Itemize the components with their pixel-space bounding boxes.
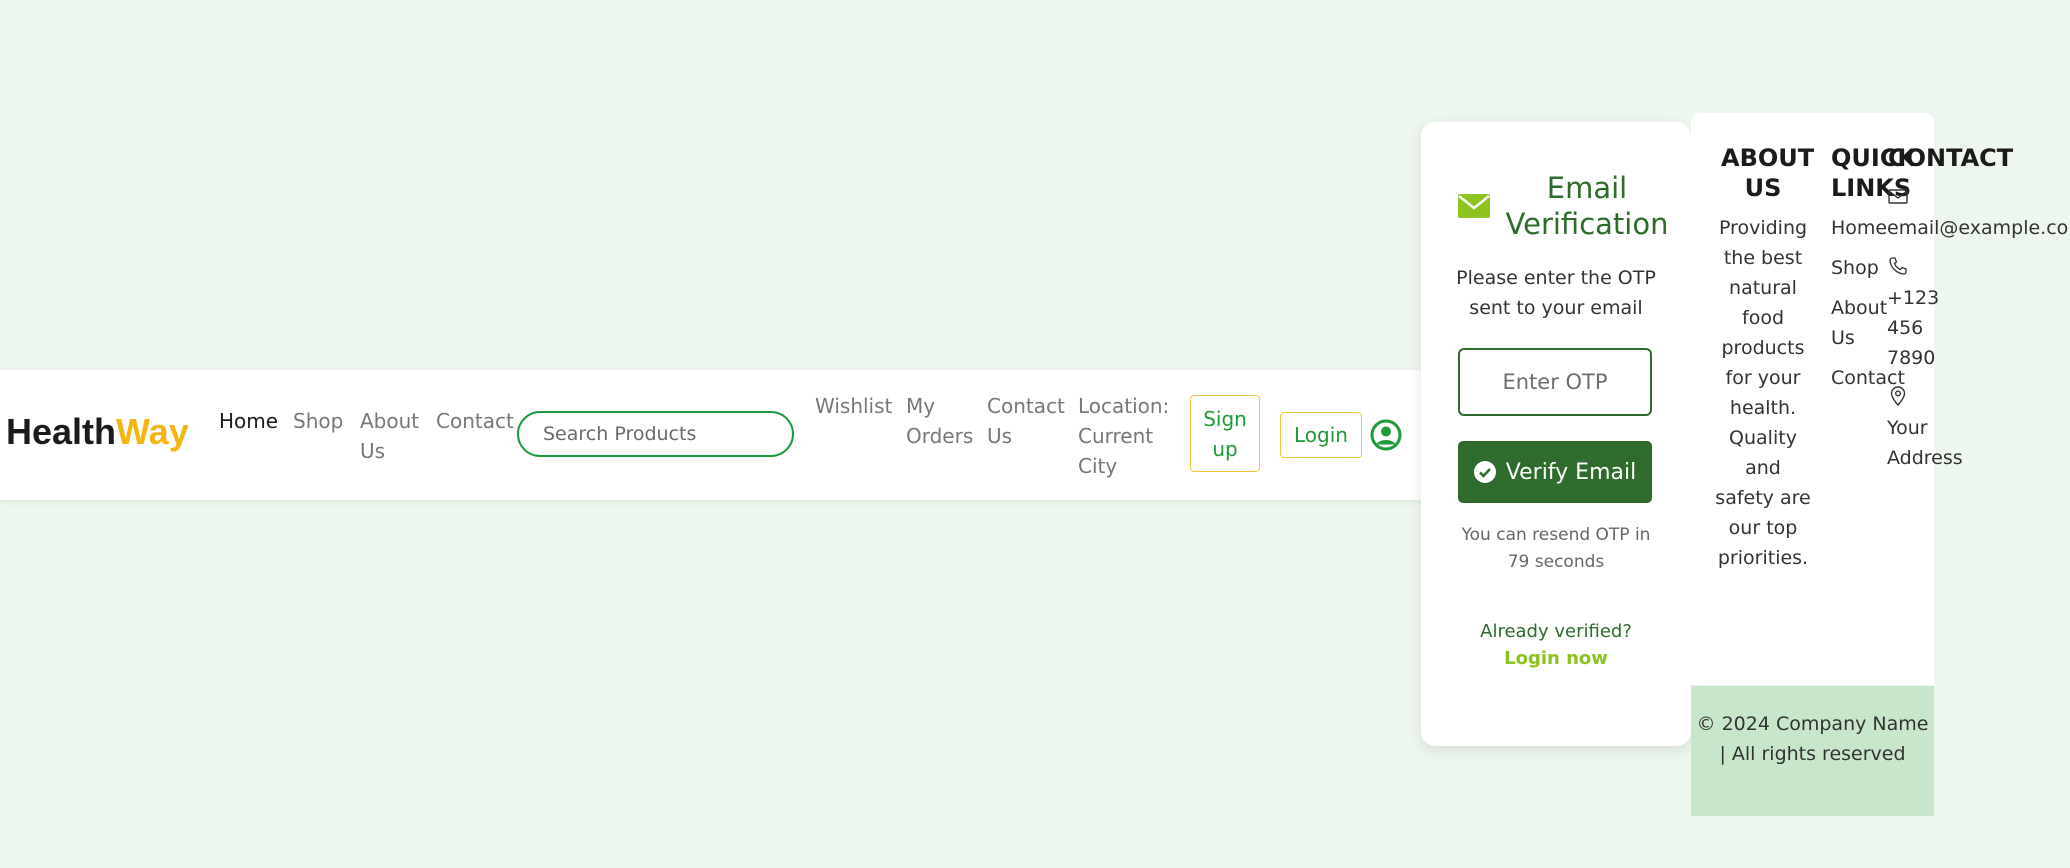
about-heading-line2: US <box>1744 174 1782 202</box>
signup-line1: Sign <box>1203 407 1247 431</box>
already-verified: Already verified? Login now <box>1451 618 1661 672</box>
otp-input[interactable] <box>1458 348 1652 416</box>
contact-address-line1: Your <box>1887 417 1928 439</box>
footer-link-about-line2: Us <box>1831 327 1855 349</box>
nav-about-line1: About <box>360 409 420 433</box>
footer-link-shop[interactable]: Shop <box>1831 253 1879 283</box>
nav-location-line3: City <box>1078 454 1118 478</box>
about-heading: ABOUT US <box>1721 143 1815 203</box>
location-pin-icon <box>1890 386 1906 406</box>
resend-timer-text: You can resend OTP in 79 seconds <box>1461 525 1651 572</box>
contact-email[interactable]: email@example.com <box>1887 213 2070 243</box>
verify-email-button[interactable]: Verify Email <box>1458 441 1652 503</box>
contact-phone-line3: 7890 <box>1887 347 1936 369</box>
user-profile-icon[interactable] <box>1370 419 1402 451</box>
nav-contact-us-line2: Us <box>987 424 1013 448</box>
nav-my-orders[interactable]: My Orders <box>906 391 973 451</box>
contact-phone-line2: 456 <box>1887 317 1924 339</box>
nav-contact[interactable]: Contact <box>436 406 514 436</box>
already-verified-text: Already verified? <box>1480 621 1632 642</box>
email-verification-card: Email Verification Please enter the OTP … <box>1421 122 1691 746</box>
envelope-outline-icon <box>1888 189 1908 204</box>
nav-home[interactable]: Home <box>219 406 278 436</box>
card-title-line2: Verification <box>1505 207 1669 241</box>
envelope-icon <box>1458 194 1490 218</box>
nav-about-line2: Us <box>360 439 386 463</box>
nav-location-line2: Current <box>1078 424 1154 448</box>
contact-address-line2: Address <box>1887 447 1963 469</box>
signup-line2: up <box>1212 437 1238 461</box>
nav-about[interactable]: About Us <box>360 406 419 466</box>
contact-phone-line1: +123 <box>1887 287 1940 309</box>
about-heading-line1: ABOUT <box>1721 144 1815 172</box>
phone-icon <box>1889 257 1907 275</box>
card-title-line1: Email <box>1546 171 1628 205</box>
footer-link-home[interactable]: Home <box>1831 213 1887 243</box>
brand-part-2: Way <box>116 411 189 452</box>
login-now-link[interactable]: Login now <box>1504 648 1608 669</box>
verify-email-label: Verify Email <box>1505 459 1637 485</box>
nav-wishlist[interactable]: Wishlist <box>815 391 892 421</box>
nav-contact-us[interactable]: Contact Us <box>987 391 1065 451</box>
nav-location-line1: Location: <box>1078 394 1170 418</box>
nav-location[interactable]: Location: Current City <box>1078 391 1169 481</box>
signup-button[interactable]: Sign up <box>1190 395 1260 472</box>
login-button[interactable]: Login <box>1280 412 1362 458</box>
contact-phone[interactable]: +123 456 7890 <box>1887 283 1939 373</box>
copyright-text: © 2024 Company Name | All rights reserve… <box>1696 713 1929 765</box>
check-circle-icon <box>1473 461 1496 483</box>
nav-shop[interactable]: Shop <box>293 406 343 436</box>
copyright-bar: © 2024 Company Name | All rights reserve… <box>1691 686 1934 816</box>
search-input[interactable] <box>517 411 794 457</box>
nav-orders-line2: Orders <box>906 424 974 448</box>
footer: ABOUT US Providing the best natural food… <box>1691 113 2070 816</box>
navbar: HealthWay Home Shop About Us Contact Wis… <box>0 370 1424 500</box>
brand-part-1: Health <box>6 411 117 452</box>
brand-logo[interactable]: HealthWay <box>6 411 189 453</box>
nav-contact-us-line1: Contact <box>987 394 1065 418</box>
card-title: Email Verification <box>1497 170 1677 242</box>
footer-link-about-line1: About <box>1831 297 1888 319</box>
contact-heading: CONTACT <box>1888 144 2014 172</box>
footer-link-about[interactable]: About Us <box>1831 293 1887 353</box>
card-subtitle: Please enter the OTP sent to your email <box>1456 267 1656 319</box>
nav-orders-line1: My <box>906 394 936 418</box>
contact-address: Your Address <box>1887 413 1963 473</box>
about-text: Providing the best natural food products… <box>1715 217 1811 569</box>
